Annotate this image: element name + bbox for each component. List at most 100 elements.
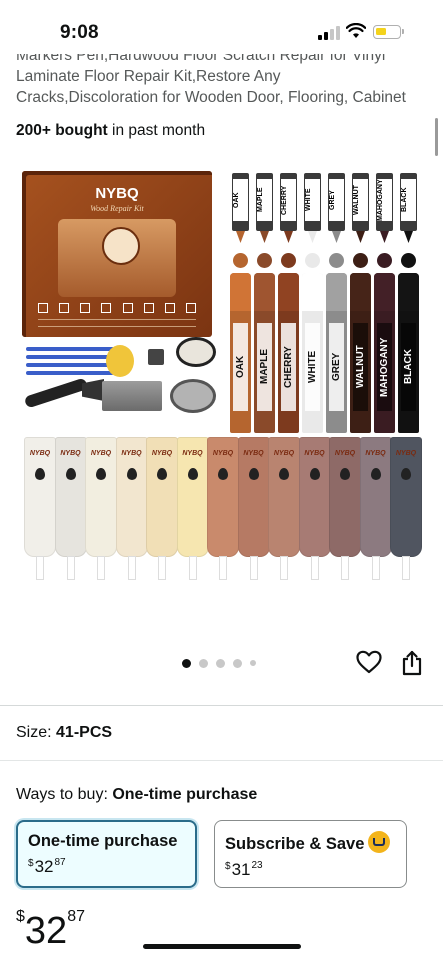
paint-pen-label: WALNUT — [353, 323, 368, 411]
wax-marker-label: OAK — [233, 179, 248, 221]
drop-icon — [187, 468, 198, 480]
option-title: Subscribe & Save — [225, 831, 396, 854]
status-time: 9:08 — [60, 22, 99, 43]
sharpener — [148, 349, 164, 365]
product-title-container: Markers Pen,Hardwood Floor Scratch Repai… — [16, 54, 421, 116]
wood-filler-tube: NYBQ — [329, 437, 361, 580]
cellular-signal-icon — [318, 26, 340, 40]
wood-filler-tube: NYBQ — [390, 437, 422, 580]
tube-logo: NYBQ — [151, 450, 173, 457]
color-swatch — [353, 253, 368, 268]
wood-filler-tube: NYBQ — [207, 437, 239, 580]
wax-tin — [170, 379, 216, 413]
wood-filler-tube: NYBQ — [115, 437, 148, 580]
product-title[interactable]: Markers Pen,Hardwood Floor Scratch Repai… — [16, 54, 421, 108]
gallery-dot[interactable] — [216, 658, 225, 668]
wood-filler-tube: NYBQ — [24, 437, 56, 580]
subscribe-save-option[interactable]: Subscribe & Save $3123 — [214, 820, 407, 888]
paint-pen: WHITE — [302, 273, 323, 433]
paint-pen: MAHOGANY — [374, 273, 395, 433]
tube-logo: NYBQ — [395, 450, 417, 457]
wax-marker-label: MAHOGANY — [377, 179, 392, 221]
price-fraction: 87 — [67, 908, 85, 925]
bought-count-value: 200+ bought — [16, 122, 108, 139]
wax-marker: MAHOGANY — [376, 173, 393, 243]
share-icon[interactable] — [401, 650, 423, 676]
gallery-dot[interactable] — [250, 660, 256, 666]
scroll-indicator — [435, 118, 438, 156]
divider — [0, 760, 443, 761]
option-title-text: Subscribe & Save — [225, 835, 365, 853]
wax-marker: BLACK — [400, 173, 417, 243]
drop-icon — [126, 468, 137, 480]
tube-logo: NYBQ — [243, 450, 264, 457]
wood-filler-tube: NYBQ — [146, 437, 178, 580]
paint-pen-label: BLACK — [401, 323, 416, 411]
paint-pen-label: GREY — [329, 323, 344, 411]
sanding-sponge — [102, 381, 162, 411]
ways-to-buy: Ways to buy: One-time purchase — [16, 786, 257, 804]
drop-icon — [218, 468, 228, 480]
paint-pen: MAPLE — [254, 273, 275, 433]
drop-icon — [401, 468, 411, 480]
gallery-pagination[interactable] — [182, 658, 256, 668]
drop-icon — [157, 468, 167, 480]
gallery-dot[interactable] — [233, 658, 242, 668]
drop-icon — [309, 468, 320, 480]
main-price: $3287 — [16, 908, 85, 953]
tube-logo: NYBQ — [182, 450, 203, 457]
wood-filler-tube: NYBQ — [54, 437, 87, 580]
drop-icon — [279, 468, 289, 480]
option-price: $3123 — [225, 860, 396, 880]
price-whole: 32 — [24, 910, 68, 952]
size-selector[interactable]: Size: 41-PCS — [16, 724, 112, 742]
tube-logo: NYBQ — [60, 450, 81, 457]
wax-marker: CHERRY — [280, 173, 297, 243]
tube-logo: NYBQ — [29, 450, 51, 457]
box-brand: NYBQ — [95, 185, 139, 202]
option-price-whole: 31 — [231, 860, 251, 879]
size-label: Size: — [16, 724, 57, 741]
product-image[interactable]: NYBQ Wood Repair Kit OAK OAK MAPLE MAPLE CHE… — [18, 165, 423, 605]
tube-logo: NYBQ — [304, 450, 325, 457]
paint-pen: WALNUT — [350, 273, 371, 433]
home-indicator[interactable] — [143, 944, 301, 949]
one-time-purchase-option[interactable]: One-time purchase $3287 — [16, 820, 197, 888]
wood-filler-tube: NYBQ — [85, 437, 117, 580]
wax-marker: OAK — [232, 173, 249, 243]
paint-pen-label: OAK — [233, 323, 248, 411]
wax-marker: WHITE — [304, 173, 321, 243]
heart-icon[interactable] — [356, 650, 382, 674]
wood-filler-tube: NYBQ — [176, 437, 209, 580]
brush — [26, 371, 114, 375]
wax-marker: WALNUT — [352, 173, 369, 243]
gallery-dot[interactable] — [182, 658, 191, 668]
option-price-fraction: 87 — [54, 857, 66, 868]
wax-marker: GREY — [328, 173, 345, 243]
color-swatch — [305, 253, 320, 268]
wax-marker-label: GREY — [329, 179, 344, 221]
drop-icon — [370, 468, 381, 480]
color-swatch — [401, 253, 416, 268]
option-price-fraction: 23 — [251, 860, 263, 871]
wax-marker-label: BLACK — [401, 179, 416, 221]
tube-logo: NYBQ — [365, 450, 386, 457]
wifi-icon — [346, 23, 366, 38]
color-swatch — [257, 253, 272, 268]
wood-filler-tube: NYBQ — [359, 437, 392, 580]
wax-marker-label: WHITE — [305, 179, 320, 221]
wax-marker-label: WALNUT — [353, 179, 368, 221]
box-subtitle: Wood Repair Kit — [90, 204, 144, 213]
drop-icon — [35, 468, 45, 480]
brush-heads — [106, 345, 134, 377]
tube-logo: NYBQ — [121, 450, 142, 457]
paint-pen: BLACK — [398, 273, 419, 433]
ways-to-buy-value: One-time purchase — [112, 786, 258, 803]
brush — [26, 347, 114, 351]
divider — [0, 705, 443, 706]
option-price: $3287 — [28, 857, 185, 877]
gallery-dot[interactable] — [199, 658, 208, 668]
brush — [26, 363, 114, 367]
size-value: 41-PCS — [56, 724, 113, 741]
bought-count-suffix: in past month — [107, 122, 206, 139]
